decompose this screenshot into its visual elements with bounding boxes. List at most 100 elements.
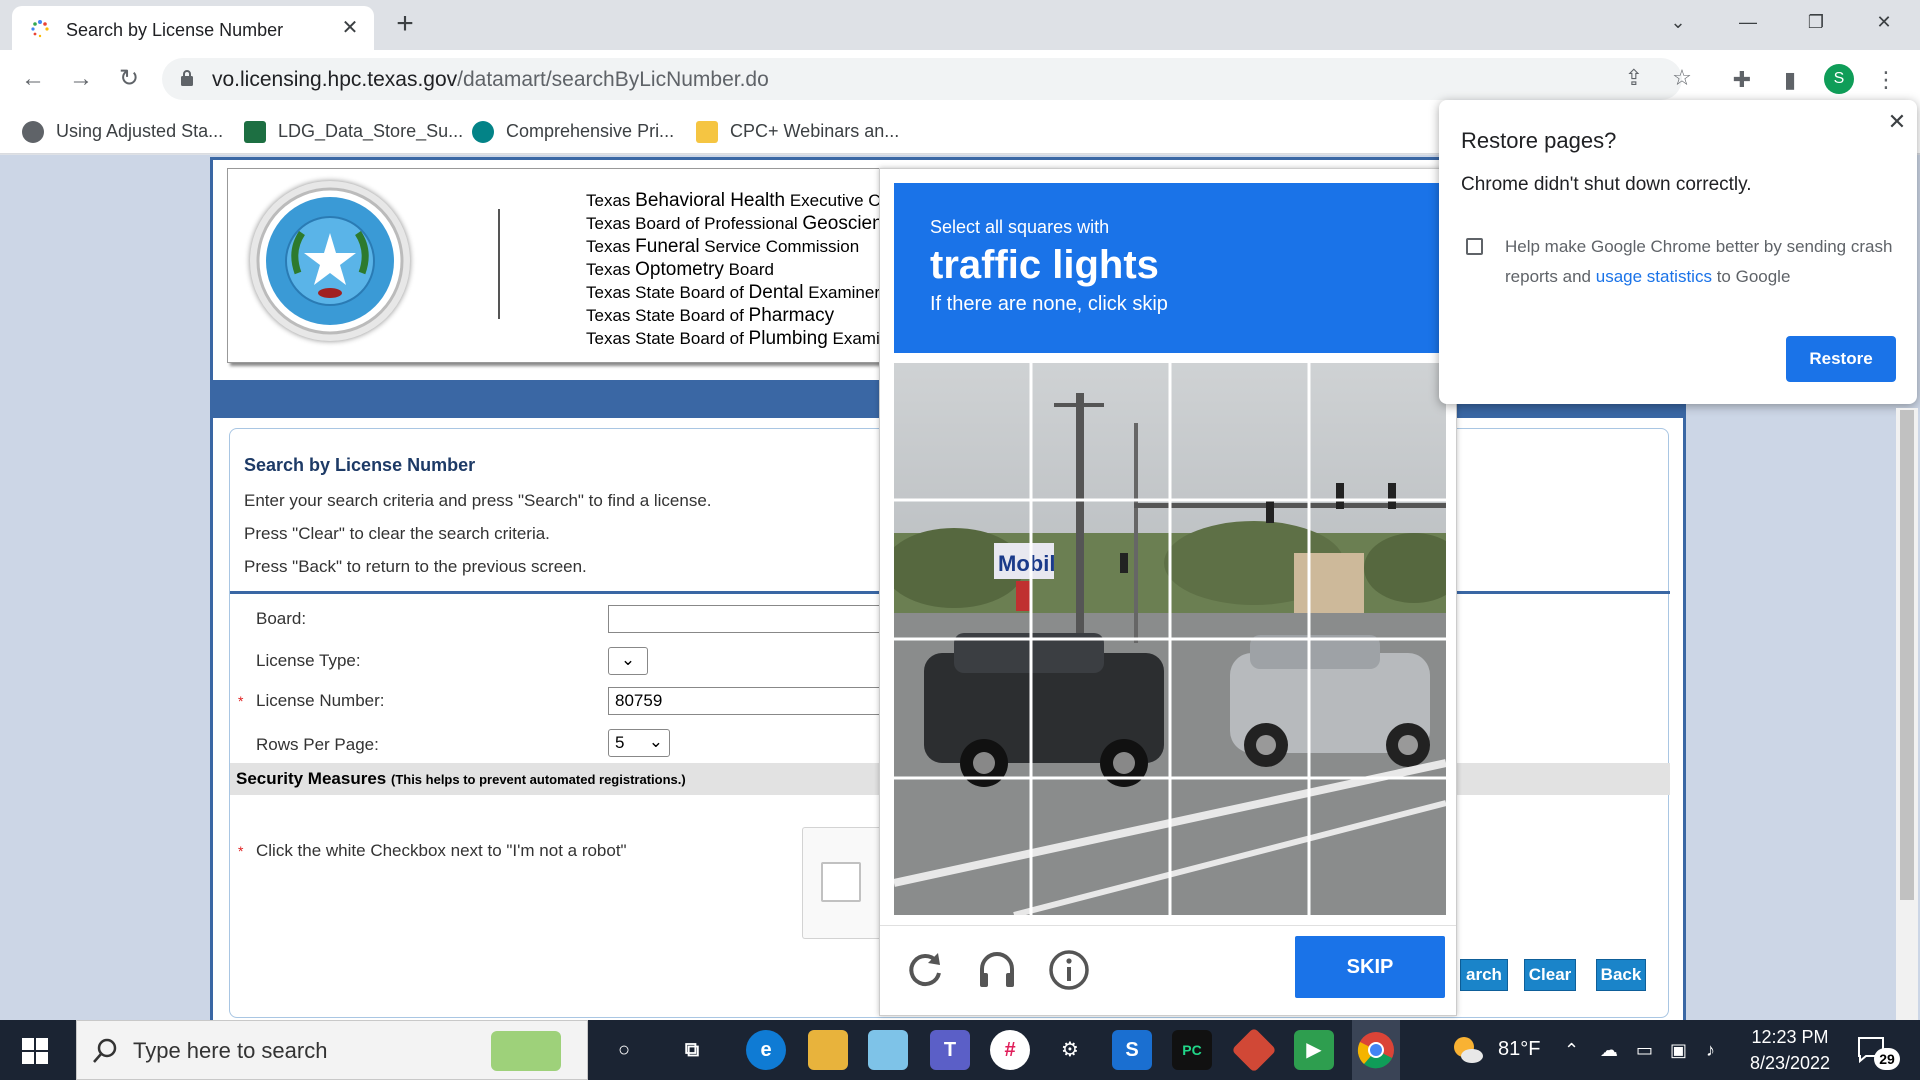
reload-icon[interactable] [902, 947, 948, 993]
license-type-select[interactable]: ⌄ [608, 647, 648, 675]
forward-arrow-icon[interactable]: → [66, 64, 96, 94]
texas-seal-logo [250, 181, 410, 341]
excel-icon [244, 121, 266, 144]
challenge-prompt: Select all squares with [930, 217, 1110, 237]
header-divider [498, 209, 500, 319]
board-name: Texas Board of Professional Geoscient [586, 213, 888, 234]
volume-icon[interactable]: ♪ [1706, 1040, 1715, 1061]
reload-icon[interactable]: ↻ [114, 64, 144, 94]
side-panel-icon[interactable]: ▮ [1776, 66, 1804, 94]
required-asterisk: * [238, 693, 244, 709]
skip-button[interactable]: SKIP [1295, 936, 1445, 998]
challenge-footer-divider [880, 925, 1456, 926]
instruction-line: Press "Clear" to clear the search criter… [244, 524, 550, 543]
dialog-title: Restore pages? [1461, 128, 1617, 153]
address-bar[interactable]: vo.licensing.hpc.texas.gov/datamart/sear… [162, 58, 1692, 100]
recaptcha-challenge: Select all squares with traffic lights I… [879, 168, 1464, 1016]
extensions-puzzle-icon[interactable]: ✚ [1728, 66, 1756, 94]
chevron-down-icon: ⌄ [648, 732, 663, 751]
loading-spinner-icon [31, 20, 49, 38]
tray-chevron-icon[interactable]: ⌃ [1564, 1040, 1579, 1061]
sharepoint-icon [472, 121, 494, 144]
tab-search-icon[interactable]: ⌄ [1656, 6, 1700, 38]
media-player-icon[interactable]: ▶ [1294, 1030, 1334, 1070]
minimize-icon[interactable]: — [1726, 6, 1770, 38]
battery-icon[interactable]: ▭ [1636, 1040, 1653, 1061]
scrollbar-thumb[interactable] [1900, 410, 1914, 900]
s-app-icon[interactable]: S [1112, 1030, 1152, 1070]
search-button[interactable]: arch [1460, 959, 1508, 991]
challenge-header: Select all squares with traffic lights I… [894, 183, 1444, 353]
recaptcha-widget [802, 827, 882, 939]
search-highlight-icon[interactable] [491, 1031, 561, 1071]
chevron-down-icon: ⌄ [620, 650, 636, 669]
notes-icon[interactable] [868, 1030, 908, 1070]
search-placeholder: Type here to search [133, 1038, 328, 1063]
share-icon[interactable]: ⇪ [1620, 64, 1648, 92]
chrome-icon[interactable] [1356, 1030, 1396, 1070]
audio-headphones-icon[interactable] [974, 947, 1020, 993]
clock[interactable]: 12:23 PM 8/23/2022 [1740, 1024, 1840, 1076]
taskbar-search-box[interactable]: Type here to search [76, 1020, 588, 1080]
restore-pages-dialog: Restore pages? Chrome didn't shut down c… [1439, 100, 1917, 404]
kebab-menu-icon[interactable]: ⋮ [1872, 66, 1900, 94]
board-name: Texas State Board of Plumbing Examir [586, 328, 886, 349]
tab-close-icon[interactable]: ✕ [338, 16, 362, 40]
git-icon[interactable] [1231, 1027, 1277, 1073]
close-icon[interactable]: ✕ [1885, 110, 1909, 134]
panel-title: Search by License Number [244, 455, 476, 475]
board-label: Board: [256, 609, 307, 628]
restore-button[interactable]: Restore [1786, 336, 1896, 382]
weather-sun-icon[interactable] [1450, 1034, 1484, 1064]
teams-icon[interactable]: T [930, 1030, 970, 1070]
bookmark-star-icon[interactable]: ☆ [1668, 64, 1696, 92]
task-view-icon[interactable]: ⧉ [672, 1030, 712, 1070]
usage-statistics-link[interactable]: usage statistics [1596, 267, 1712, 286]
pycharm-icon[interactable]: PC [1172, 1030, 1212, 1070]
settings-gear-icon[interactable]: ⚙ [1050, 1030, 1090, 1070]
bookmark-item[interactable]: LDG_Data_Store_Su... [244, 116, 463, 146]
bookmark-item[interactable]: CPC+ Webinars an... [696, 116, 899, 146]
board-name: Texas Optometry Board [586, 259, 774, 280]
bookmark-item[interactable]: Using Adjusted Sta... [22, 116, 223, 146]
svg-text:Mobil: Mobil [998, 551, 1055, 576]
weather-temperature: 81°F [1498, 1038, 1541, 1060]
slack-icon[interactable]: # [990, 1030, 1030, 1070]
cortana-icon[interactable]: ○ [604, 1030, 644, 1070]
clear-button[interactable]: Clear [1524, 959, 1576, 991]
license-number-label: * License Number: [238, 691, 385, 710]
board-list: Texas Behavioral Health Executive Co Tex… [586, 189, 890, 350]
dialog-subtitle: Chrome didn't shut down correctly. [1461, 174, 1752, 195]
notification-badge: 29 [1874, 1048, 1900, 1070]
close-window-icon[interactable]: ✕ [1862, 6, 1906, 38]
board-name: Texas State Board of Pharmacy [586, 305, 835, 326]
security-title: Security Measures (This helps to prevent… [236, 769, 686, 788]
back-button[interactable]: Back [1596, 959, 1646, 991]
recaptcha-checkbox[interactable] [821, 862, 861, 902]
rows-per-page-label: Rows Per Page: [256, 735, 379, 754]
file-explorer-icon[interactable] [808, 1030, 848, 1070]
challenge-hint: If there are none, click skip [930, 293, 1168, 315]
back-arrow-icon[interactable]: ← [18, 64, 48, 94]
bookmark-item[interactable]: Comprehensive Pri... [472, 116, 674, 146]
onedrive-cloud-icon[interactable]: ☁ [1600, 1040, 1618, 1061]
restore-window-icon[interactable]: ❐ [1794, 6, 1838, 38]
folder-icon [696, 121, 718, 144]
browser-tab[interactable]: Search by License Number ✕ [12, 6, 374, 50]
tab-title: Search by License Number [66, 20, 284, 40]
windows-taskbar: Type here to search ○ ⧉ e T # ⚙ S PC ▶ 8… [0, 1020, 1920, 1080]
edge-icon[interactable]: e [746, 1030, 786, 1070]
profile-avatar[interactable]: S [1824, 64, 1854, 94]
crash-report-checkbox[interactable] [1466, 238, 1483, 255]
tab-strip: Search by License Number ✕ + ⌄ — ❐ ✕ [0, 0, 1920, 50]
new-tab-button[interactable]: + [390, 9, 420, 40]
challenge-target: traffic lights [930, 243, 1159, 287]
network-icon[interactable]: ▣ [1670, 1040, 1687, 1061]
license-type-label: License Type: [256, 651, 361, 670]
instruction-line: Press "Back" to return to the previous s… [244, 557, 587, 576]
info-icon[interactable] [1046, 947, 1092, 993]
rows-per-page-select[interactable]: 5 ⌄ [608, 729, 670, 757]
street-scene-image: Mobil [884, 363, 1464, 918]
windows-start-icon[interactable] [22, 1038, 48, 1064]
robot-instruction: * Click the white Checkbox next to "I'm n… [238, 841, 627, 860]
